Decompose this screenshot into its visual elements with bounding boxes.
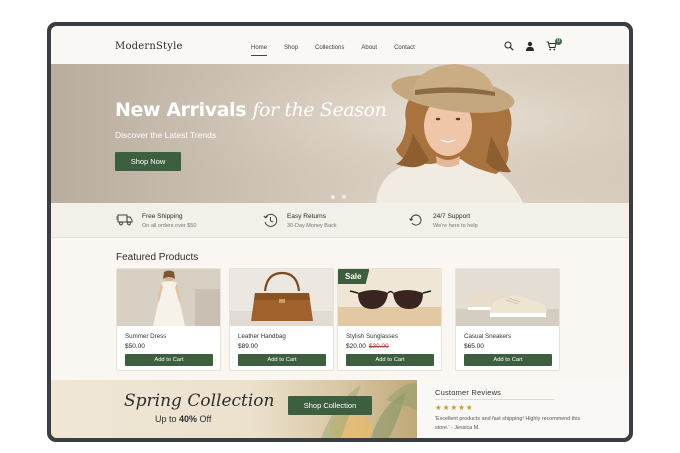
nav-about[interactable]: About — [361, 45, 377, 51]
main-nav: Home Shop Collections About Contact — [251, 45, 432, 56]
product-price: $20.00 $30.00 — [346, 343, 389, 350]
add-to-cart-button[interactable]: Add to Cart — [238, 354, 326, 366]
product-card[interactable]: Leather Handbag $89.00 Add to Cart — [229, 268, 334, 371]
spring-discount-text: Up to 40% Off — [155, 414, 212, 424]
rating-stars: ★★★★★ — [435, 403, 474, 412]
product-name[interactable]: Leather Handbag — [238, 333, 286, 340]
feature-title: 24/7 Support — [433, 213, 471, 220]
website-screen: ModernStyle Home Shop Collections About … — [51, 26, 629, 438]
feature-subtitle: 30-Day Money Back — [287, 223, 337, 229]
customer-reviews: Customer Reviews ★★★★★ 'Excellent produc… — [417, 380, 629, 438]
features-strip: Free Shipping On all orders over $50 Eas… — [51, 203, 629, 238]
nav-home[interactable]: Home — [251, 45, 268, 56]
support-icon — [409, 214, 422, 226]
feature-free-shipping: Free Shipping On all orders over $50 — [116, 213, 196, 229]
sale-badge: Sale — [338, 269, 370, 284]
hero-banner: New Arrivals for the Season Discover the… — [51, 64, 629, 203]
reviews-divider — [435, 399, 555, 400]
feature-subtitle: We're here to help — [433, 223, 478, 229]
nav-shop[interactable]: Shop — [284, 45, 298, 51]
shop-collection-button[interactable]: Shop Collection — [288, 396, 372, 415]
feature-subtitle: On all orders over $50 — [142, 223, 197, 229]
product-name[interactable]: Casual Sneakers — [464, 333, 511, 340]
product-name[interactable]: Summer Dress — [125, 333, 166, 340]
product-card[interactable]: Casual Sneakers $65.00 Add to Cart — [455, 268, 560, 371]
search-icon[interactable] — [504, 41, 514, 51]
product-image-dress[interactable] — [117, 269, 220, 326]
carousel-dots — [331, 195, 346, 199]
product-name[interactable]: Stylish Sunglasses — [346, 333, 398, 340]
nav-collections[interactable]: Collections — [315, 45, 344, 51]
cart-count-badge: 0 — [555, 38, 562, 45]
user-icon[interactable] — [525, 41, 535, 51]
add-to-cart-button[interactable]: Add to Cart — [125, 354, 213, 366]
product-price: $65.00 — [464, 343, 484, 350]
truck-icon — [116, 214, 133, 226]
carousel-dot-1[interactable] — [331, 195, 335, 199]
original-price: $30.00 — [368, 343, 389, 350]
featured-products-title: Featured Products — [116, 252, 199, 263]
product-price: $50.00 — [125, 343, 145, 350]
brand-logo[interactable]: ModernStyle — [115, 41, 183, 52]
feature-title: Free Shipping — [142, 213, 183, 220]
sneakers-image — [456, 269, 559, 326]
product-card[interactable]: Summer Dress $50.00 Add to Cart — [116, 268, 221, 371]
clock-return-icon — [263, 213, 278, 227]
feature-easy-returns: Easy Returns 30-Day Money Back — [263, 213, 337, 229]
carousel-dot-2[interactable] — [342, 195, 346, 199]
shop-now-button[interactable]: Shop Now — [115, 152, 181, 171]
hero-title: New Arrivals for the Season — [115, 99, 387, 121]
site-header: ModernStyle Home Shop Collections About … — [51, 26, 629, 64]
product-card[interactable]: Sale Stylish Sunglasses $20.00 $30.00 Add… — [337, 268, 442, 371]
device-frame: ModernStyle Home Shop Collections About … — [47, 22, 633, 442]
spring-collection-title: Spring Collection — [124, 391, 275, 411]
review-quote: 'Excellent products and fast shipping! H… — [435, 416, 581, 431]
cart-button[interactable]: 0 — [546, 38, 562, 51]
feature-support: 24/7 Support We're here to help — [408, 213, 478, 229]
dress-image — [117, 269, 220, 326]
product-price: $89.00 — [238, 343, 258, 350]
add-to-cart-button[interactable]: Add to Cart — [346, 354, 434, 366]
product-image-handbag[interactable] — [230, 269, 333, 326]
header-icons: 0 — [504, 38, 562, 51]
add-to-cart-button[interactable]: Add to Cart — [464, 354, 552, 366]
product-image-sneakers[interactable] — [456, 269, 559, 326]
product-image-sunglasses[interactable]: Sale — [338, 269, 441, 326]
spring-collection-banner: Spring Collection Up to 40% Off Shop Col… — [51, 380, 417, 438]
reviews-title: Customer Reviews — [435, 388, 502, 397]
hero-subtitle: Discover the Latest Trends — [115, 130, 217, 140]
feature-title: Easy Returns — [287, 213, 327, 220]
handbag-image — [230, 269, 333, 326]
nav-contact[interactable]: Contact — [394, 45, 415, 51]
